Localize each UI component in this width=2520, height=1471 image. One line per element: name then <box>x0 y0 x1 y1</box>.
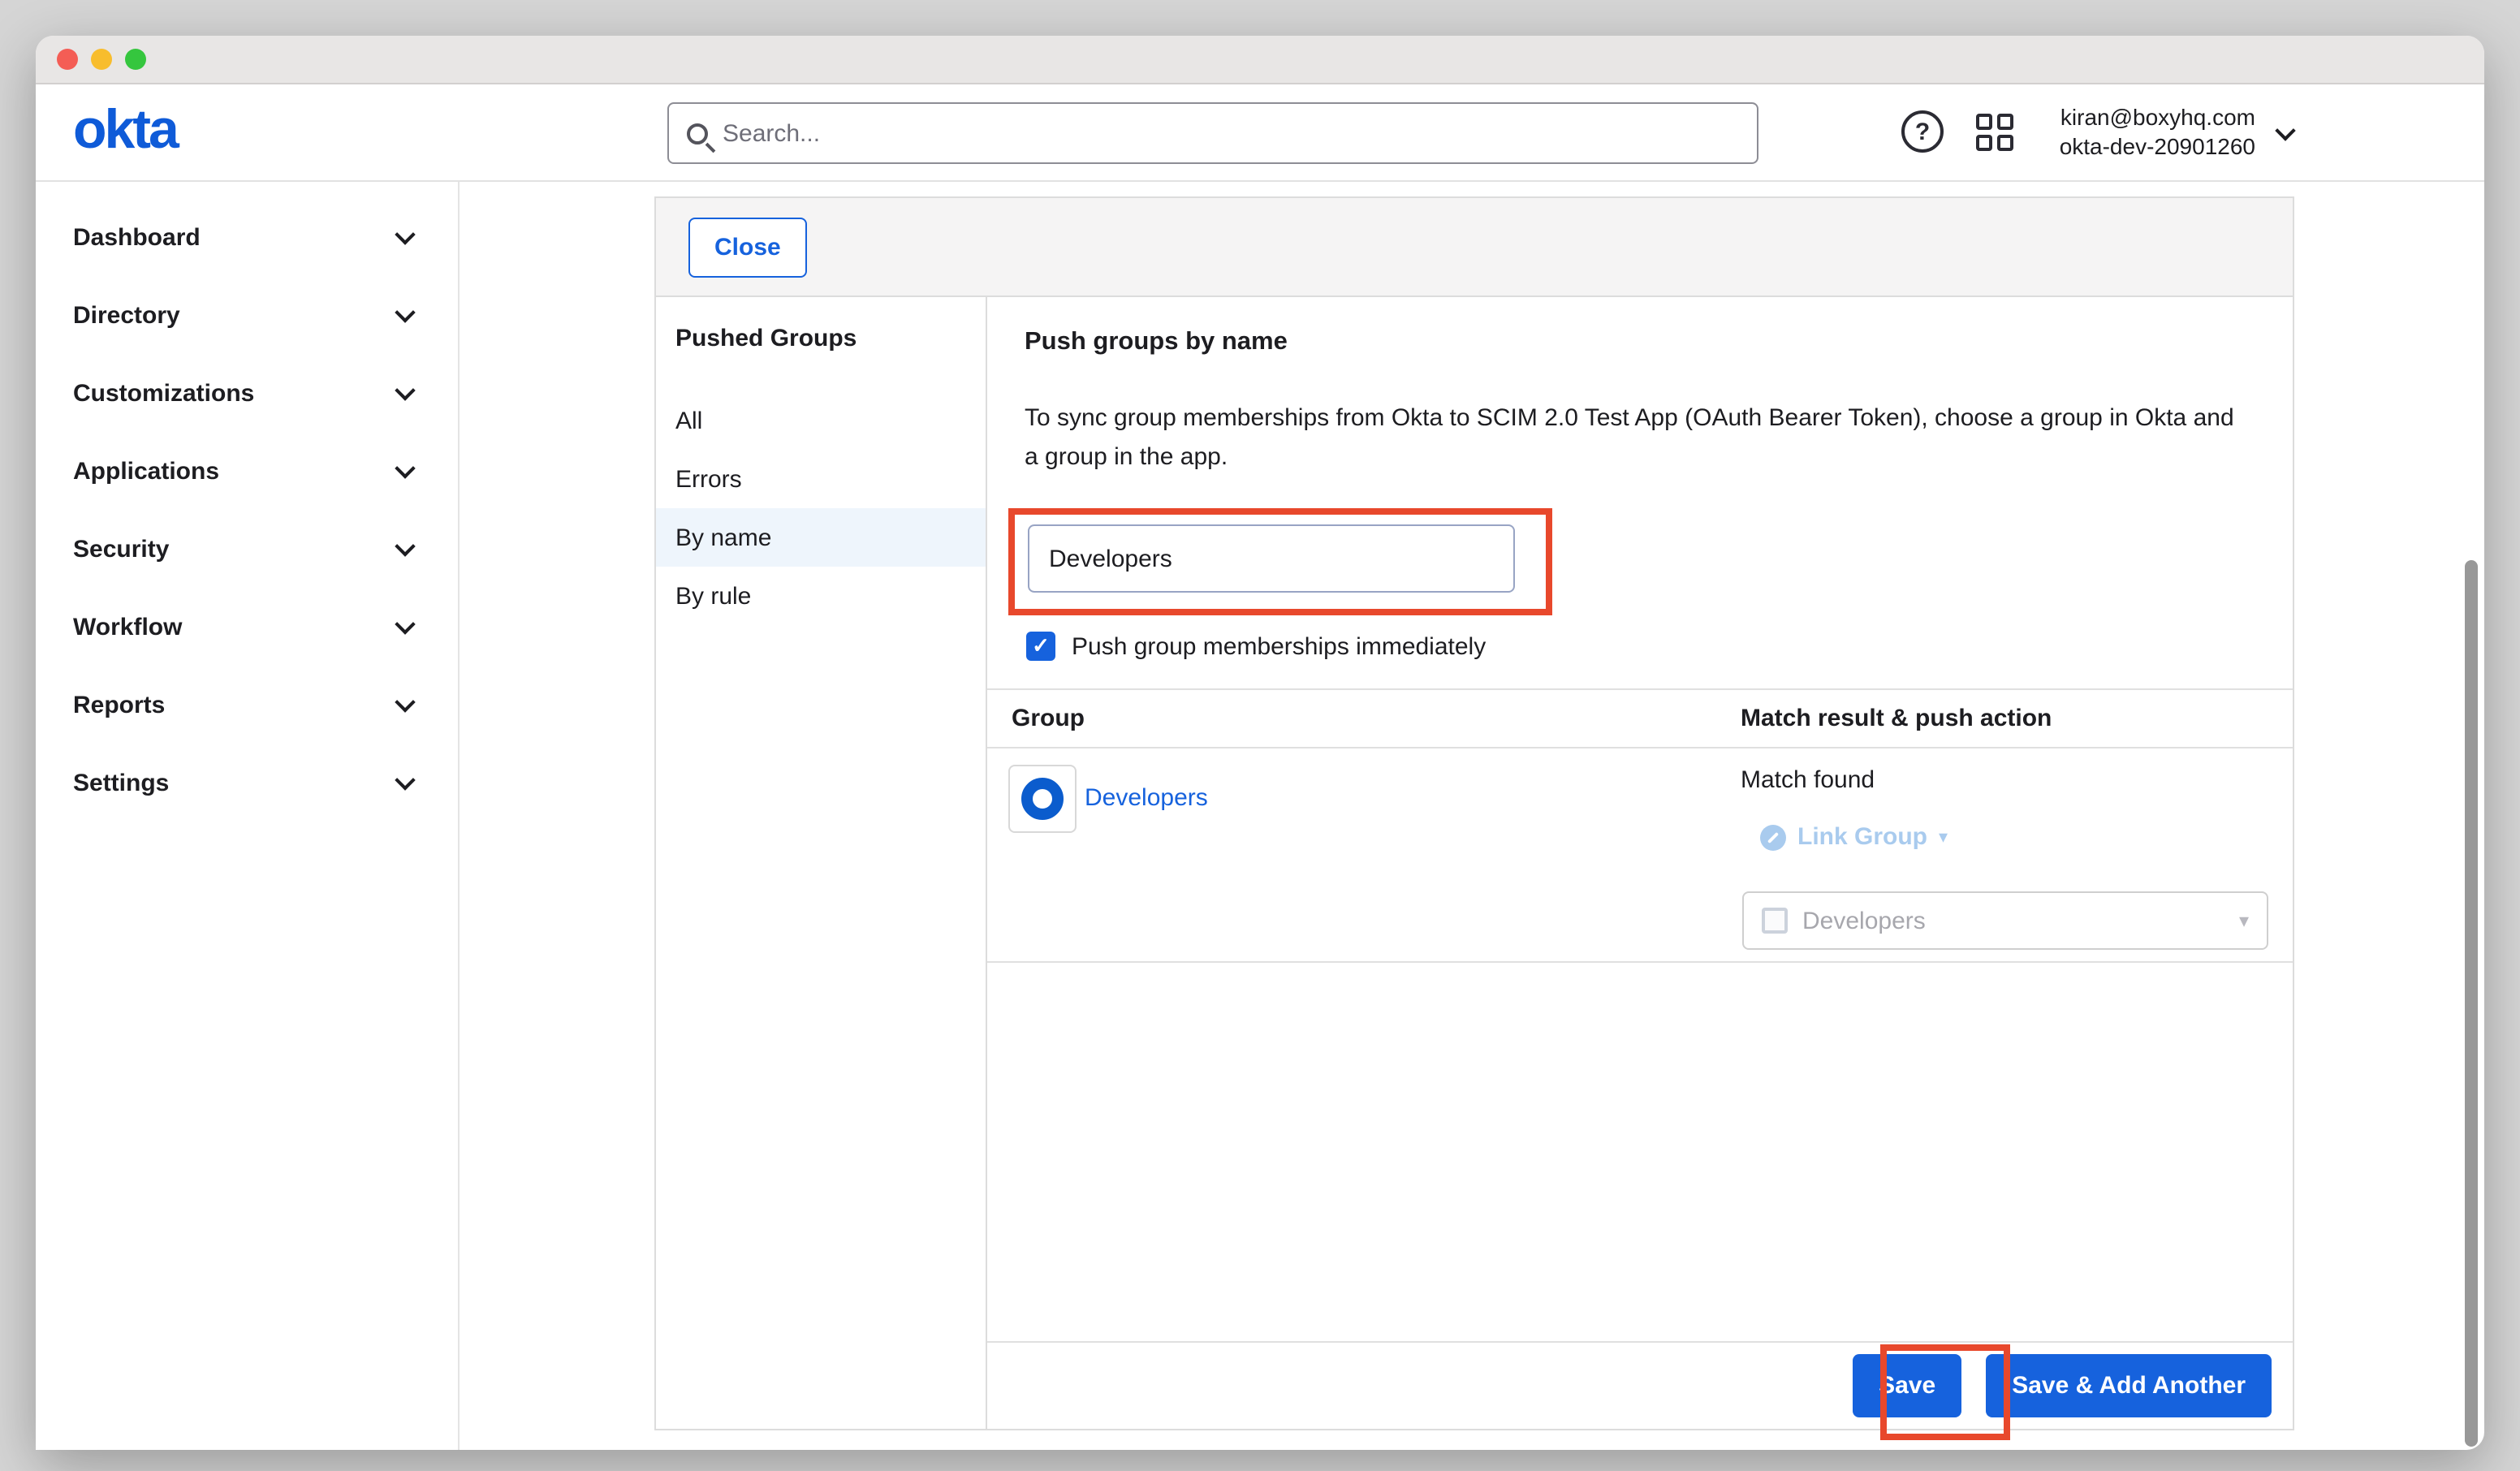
vertical-scrollbar[interactable] <box>2465 560 2478 1447</box>
card-toolbar: Close <box>656 198 2293 297</box>
group-icon-tile <box>1008 765 1077 833</box>
caret-down-icon: ▾ <box>1939 826 1948 848</box>
sidebar-item-dashboard[interactable]: Dashboard <box>36 198 458 276</box>
sidebar-item-reports[interactable]: Reports <box>36 666 458 744</box>
window-titlebar <box>36 36 2484 84</box>
browser-window: okta ? kiran@boxyhq.com okta-dev-2090126… <box>36 36 2484 1450</box>
push-by-name-panel: Push groups by name To sync group member… <box>987 297 2293 1429</box>
pushed-groups-item-by-rule[interactable]: By rule <box>656 567 986 625</box>
page-title: Push groups by name <box>1025 328 1288 357</box>
push-immediately-checkbox[interactable]: ✓ <box>1026 632 1055 661</box>
chevron-down-icon <box>395 223 415 244</box>
save-button[interactable]: Save <box>1853 1354 1961 1417</box>
sidebar-item-directory[interactable]: Directory <box>36 276 458 354</box>
account-chevron-down-icon <box>2275 120 2295 140</box>
account-org: okta-dev-20901260 <box>2060 132 2255 161</box>
pushed-groups-item-all[interactable]: All <box>656 391 986 450</box>
search-input[interactable] <box>723 119 1739 147</box>
table-row: Developers Match found Link Group ▾ Deve… <box>987 748 2293 963</box>
save-add-another-button[interactable]: Save & Add Another <box>1986 1354 2272 1417</box>
chevron-down-icon <box>395 613 415 633</box>
sidebar-item-settings[interactable]: Settings <box>36 744 458 822</box>
chevron-down-icon <box>395 379 415 399</box>
page-description: To sync group memberships from Okta to S… <box>1025 399 2234 477</box>
match-status: Match found <box>1741 766 1875 794</box>
group-placeholder-icon <box>1762 908 1788 934</box>
pushed-groups-item-by-name[interactable]: By name <box>656 508 986 567</box>
group-name-link[interactable]: Developers <box>1085 784 1208 812</box>
sidebar-nav: Dashboard Directory Customizations Appli… <box>36 182 460 1450</box>
close-button[interactable]: Close <box>688 217 807 277</box>
select-caret-down-icon: ▾ <box>2239 909 2249 932</box>
link-group-button[interactable]: Link Group ▾ <box>1760 823 1948 851</box>
sidebar-item-workflow[interactable]: Workflow <box>36 588 458 666</box>
global-search[interactable] <box>667 102 1758 164</box>
table-header: Group Match result & push action <box>987 688 2293 748</box>
screen: okta ? kiran@boxyhq.com okta-dev-2090126… <box>0 0 2520 1471</box>
target-group-select[interactable]: Developers ▾ <box>1742 891 2268 950</box>
push-groups-card: Close Pushed Groups All Errors By name B… <box>654 196 2294 1430</box>
okta-logo: okta <box>73 99 177 162</box>
account-menu[interactable]: kiran@boxyhq.com okta-dev-20901260 <box>2060 102 2255 161</box>
help-icon[interactable]: ? <box>1901 110 1944 153</box>
account-email: kiran@boxyhq.com <box>2060 102 2255 132</box>
apps-grid-icon[interactable] <box>1976 114 2015 153</box>
column-match-result: Match result & push action <box>1741 705 2052 732</box>
search-icon <box>687 123 708 144</box>
push-immediately-label: Push group memberships immediately <box>1072 633 1486 661</box>
pushed-groups-item-errors[interactable]: Errors <box>656 450 986 508</box>
chevron-down-icon <box>395 457 415 477</box>
sidebar-item-applications[interactable]: Applications <box>36 432 458 510</box>
column-group: Group <box>1012 705 1085 732</box>
app-header: okta ? kiran@boxyhq.com okta-dev-2090126… <box>36 84 2484 182</box>
group-search-input[interactable] <box>1028 524 1515 593</box>
pushed-groups-title: Pushed Groups <box>656 325 986 352</box>
group-icon <box>1021 778 1064 820</box>
pushed-groups-panel: Pushed Groups All Errors By name By rule <box>656 297 987 1429</box>
target-group-value: Developers <box>1802 907 2224 934</box>
sidebar-item-security[interactable]: Security <box>36 510 458 588</box>
link-icon <box>1760 824 1786 850</box>
footer-actions: Save Save & Add Another <box>987 1341 2293 1429</box>
traffic-light-minimize-icon[interactable] <box>91 49 112 70</box>
chevron-down-icon <box>395 301 415 321</box>
traffic-light-close-icon[interactable] <box>57 49 78 70</box>
link-group-label: Link Group <box>1797 823 1927 851</box>
chevron-down-icon <box>395 535 415 555</box>
sidebar-item-customizations[interactable]: Customizations <box>36 354 458 432</box>
chevron-down-icon <box>395 691 415 711</box>
card-body: Pushed Groups All Errors By name By rule… <box>656 297 2293 1429</box>
traffic-light-zoom-icon[interactable] <box>125 49 146 70</box>
chevron-down-icon <box>395 769 415 789</box>
